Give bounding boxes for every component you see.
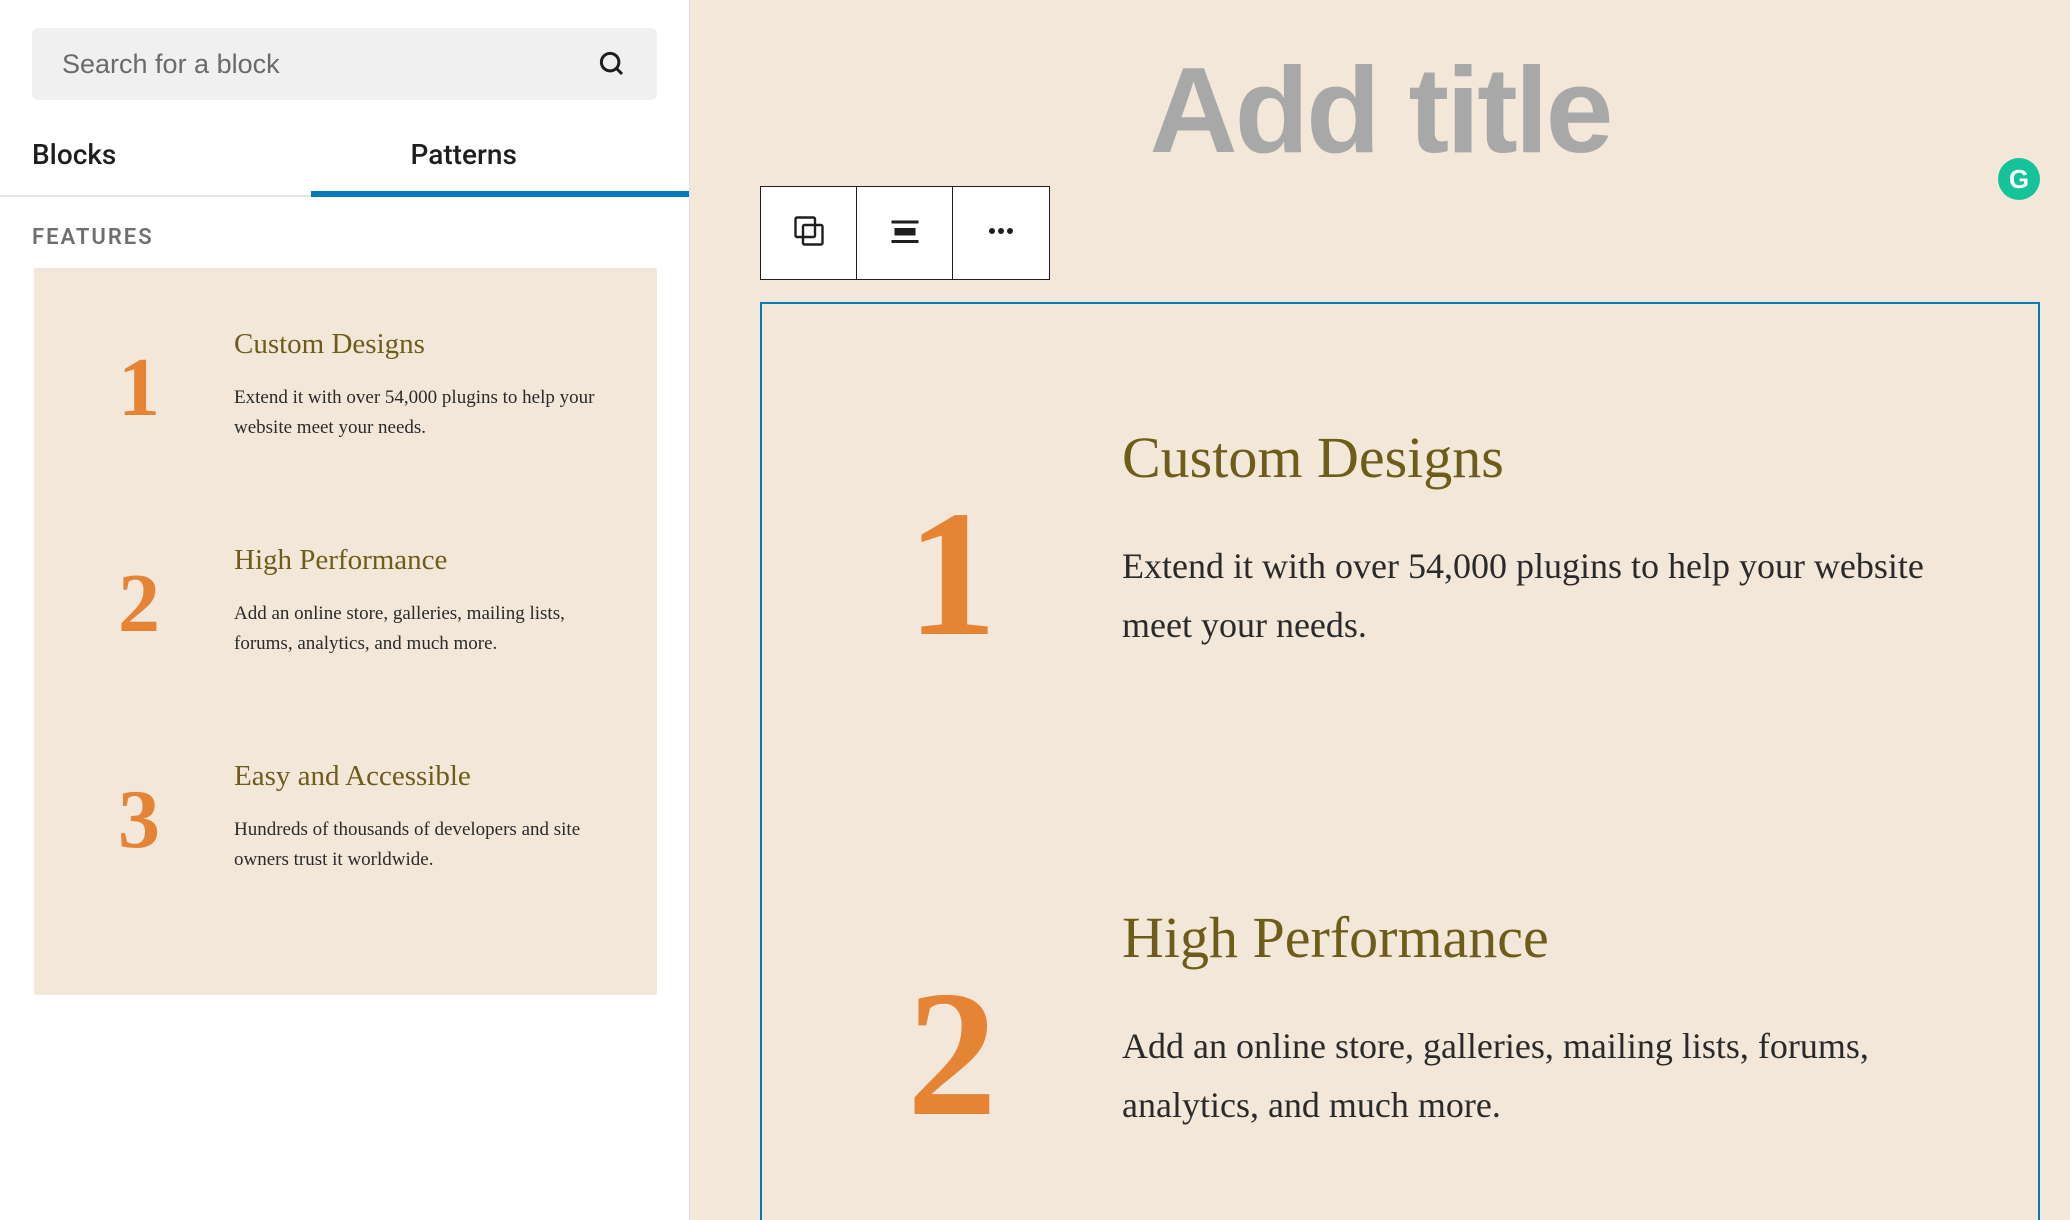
feature-number[interactable]: 1 [822, 424, 1082, 664]
post-title-placeholder[interactable]: Add title [690, 40, 2070, 180]
block-inserter-sidebar: Blocks Patterns FEATURES 1 Custom Design… [0, 0, 690, 1220]
block-type-button[interactable] [761, 187, 857, 279]
block-toolbar [760, 186, 1050, 280]
pattern-preview-features[interactable]: 1 Custom Designs Extend it with over 54,… [34, 268, 657, 995]
grammarly-icon[interactable]: G [1998, 158, 2040, 200]
more-options-button[interactable] [953, 187, 1049, 279]
feature-description[interactable]: Extend it with over 54,000 plugins to he… [1122, 537, 1978, 656]
feature-title[interactable]: Custom Designs [1122, 424, 1978, 491]
feature-title: Easy and Accessible [234, 760, 607, 793]
feature-body: High Performance Add an online store, ga… [1082, 904, 1978, 1136]
feature-row[interactable]: 2 High Performance Add an online store, … [822, 904, 1978, 1144]
feature-body: Easy and Accessible Hundreds of thousand… [204, 760, 617, 876]
feature-title: Custom Designs [234, 328, 607, 361]
feature-body: Custom Designs Extend it with over 54,00… [204, 328, 617, 444]
feature-title[interactable]: High Performance [1122, 904, 1978, 971]
grammarly-letter: G [2009, 164, 2029, 195]
search-input[interactable] [62, 49, 597, 80]
feature-row: 2 High Performance Add an online store, … [74, 544, 617, 660]
feature-number: 3 [74, 760, 204, 862]
feature-number: 1 [74, 328, 204, 430]
feature-row: 3 Easy and Accessible Hundreds of thousa… [74, 760, 617, 876]
editor-canvas[interactable]: Add title G [690, 0, 2070, 1220]
align-button[interactable] [857, 187, 953, 279]
pattern-category-label: FEATURES [0, 197, 689, 268]
feature-title: High Performance [234, 544, 607, 577]
tab-patterns[interactable]: Patterns [311, 118, 690, 197]
tab-blocks[interactable]: Blocks [0, 118, 311, 195]
group-icon [791, 213, 827, 253]
feature-description: Extend it with over 54,000 plugins to he… [234, 383, 607, 444]
align-icon [887, 213, 923, 253]
feature-row: 1 Custom Designs Extend it with over 54,… [74, 328, 617, 444]
inserter-tabs: Blocks Patterns [0, 118, 689, 197]
feature-description[interactable]: Add an online store, galleries, mailing … [1122, 1017, 1978, 1136]
feature-body: Custom Designs Extend it with over 54,00… [1082, 424, 1978, 656]
search-icon [597, 49, 627, 79]
feature-description: Hundreds of thousands of developers and … [234, 815, 607, 876]
selected-group-block[interactable]: 1 Custom Designs Extend it with over 54,… [760, 302, 2040, 1220]
feature-description: Add an online store, galleries, mailing … [234, 599, 607, 660]
feature-row[interactable]: 1 Custom Designs Extend it with over 54,… [822, 424, 1978, 664]
more-icon [983, 213, 1019, 253]
search-box[interactable] [32, 28, 657, 100]
feature-number: 2 [74, 544, 204, 646]
feature-body: High Performance Add an online store, ga… [204, 544, 617, 660]
search-container [0, 0, 689, 118]
feature-number[interactable]: 2 [822, 904, 1082, 1144]
